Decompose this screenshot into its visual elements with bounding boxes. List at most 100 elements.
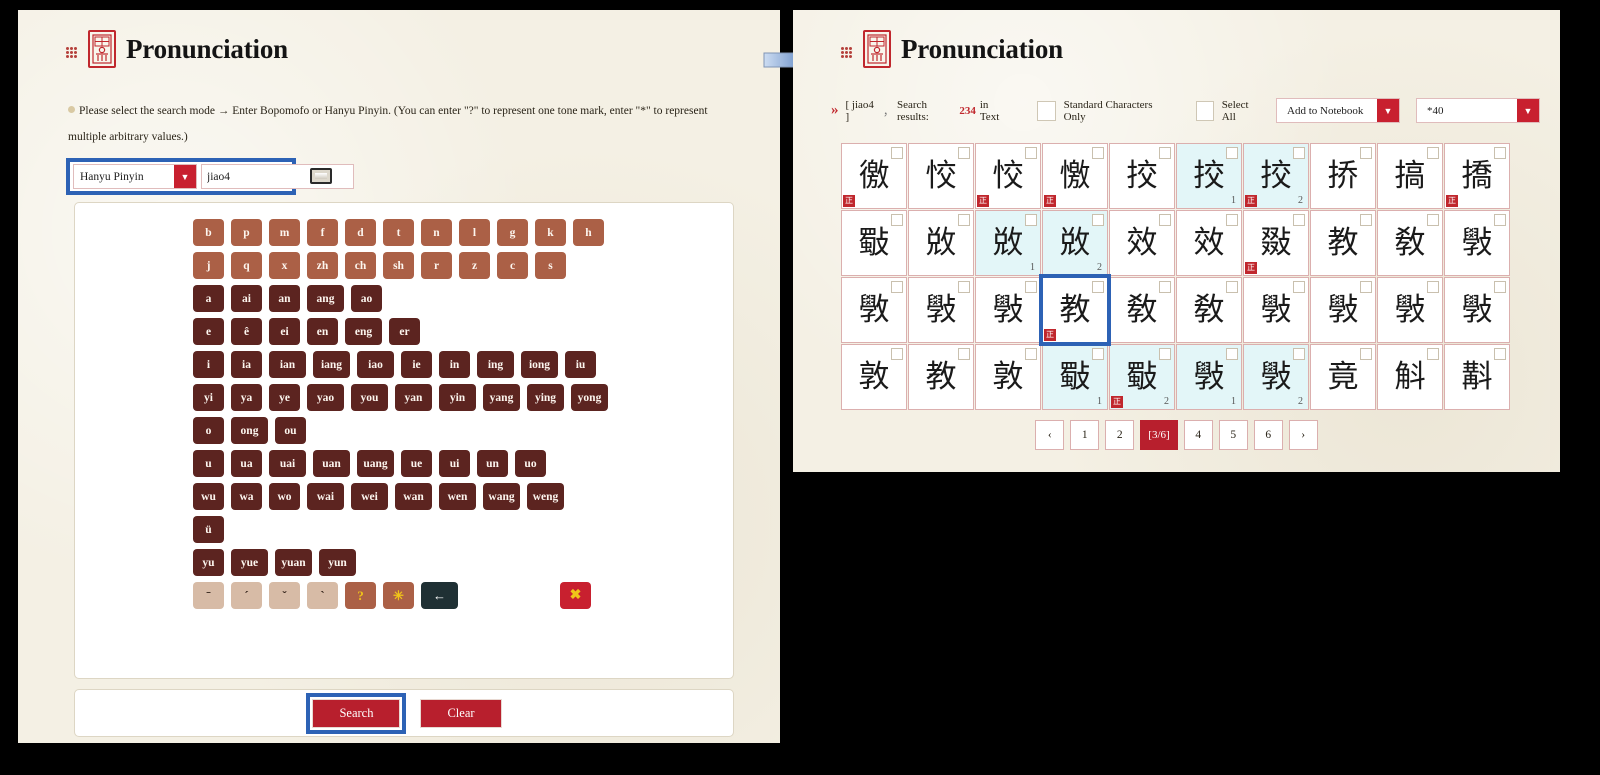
key-yue[interactable]: yue — [231, 549, 268, 576]
character-cell[interactable]: 斅 — [908, 277, 974, 343]
key-ai[interactable]: ai — [231, 285, 262, 312]
character-cell[interactable]: 斛 — [1377, 344, 1443, 410]
key-eng[interactable]: eng — [345, 318, 382, 345]
key-uai[interactable]: uai — [269, 450, 306, 477]
character-select-checkbox[interactable] — [1494, 214, 1506, 226]
character-select-checkbox[interactable] — [1025, 147, 1037, 159]
character-cell[interactable]: 斅 — [1243, 277, 1309, 343]
key-iong[interactable]: iong — [521, 351, 558, 378]
character-select-checkbox[interactable] — [1494, 147, 1506, 159]
key-ê[interactable]: ê — [231, 318, 262, 345]
tone-caron-key[interactable]: ˇ — [269, 582, 300, 609]
key-a[interactable]: a — [193, 285, 224, 312]
pagination-page-6[interactable]: 6 — [1253, 420, 1283, 450]
pagination-page-1[interactable]: 1 — [1070, 420, 1100, 450]
character-select-checkbox[interactable] — [1159, 348, 1171, 360]
key-m[interactable]: m — [269, 219, 300, 246]
key-ye[interactable]: ye — [269, 384, 300, 411]
pagination-page-5[interactable]: 5 — [1218, 420, 1248, 450]
pagination-page-36[interactable]: [3/6] — [1140, 420, 1178, 450]
character-select-checkbox[interactable] — [1025, 348, 1037, 360]
character-cell[interactable]: 敦 — [841, 344, 907, 410]
character-select-checkbox[interactable] — [891, 281, 903, 293]
search-mode-select[interactable]: Hanyu Pinyin ▼ — [73, 164, 197, 189]
key-ei[interactable]: ei — [269, 318, 300, 345]
key-in[interactable]: in — [439, 351, 470, 378]
key-ui[interactable]: ui — [439, 450, 470, 477]
key-s[interactable]: s — [535, 252, 566, 279]
character-cell[interactable]: 撟正 — [1444, 143, 1510, 209]
character-cell[interactable]: 敎 — [1176, 277, 1242, 343]
key-sh[interactable]: sh — [383, 252, 414, 279]
character-select-checkbox[interactable] — [1226, 147, 1238, 159]
character-select-checkbox[interactable] — [1427, 281, 1439, 293]
character-cell[interactable]: 竟 — [1310, 344, 1376, 410]
key-yu[interactable]: yu — [193, 549, 224, 576]
character-cell[interactable]: 斅 — [1444, 210, 1510, 276]
key-uan[interactable]: uan — [313, 450, 350, 477]
pagination-next[interactable]: › — [1288, 420, 1318, 450]
select-all-checkbox[interactable] — [1195, 100, 1214, 121]
character-select-checkbox[interactable] — [1427, 214, 1439, 226]
key-ying[interactable]: ying — [527, 384, 564, 411]
character-select-checkbox[interactable] — [1293, 147, 1305, 159]
chevron-down-icon[interactable]: ▼ — [174, 165, 196, 188]
character-cell[interactable]: 敦 — [975, 344, 1041, 410]
character-cell[interactable]: 斠 — [1444, 344, 1510, 410]
key-t[interactable]: t — [383, 219, 414, 246]
add-to-notebook-dropdown[interactable]: Add to Notebook ▼ — [1276, 98, 1400, 123]
key-b[interactable]: b — [193, 219, 224, 246]
standard-characters-only-checkbox[interactable] — [1037, 100, 1056, 121]
clear-all-key[interactable]: ✖ — [560, 582, 591, 609]
key-ya[interactable]: ya — [231, 384, 262, 411]
key-z[interactable]: z — [459, 252, 490, 279]
character-cell[interactable]: 斀正 2 — [1109, 344, 1175, 410]
key-you[interactable]: you — [351, 384, 388, 411]
key-j[interactable]: j — [193, 252, 224, 279]
character-cell[interactable]: 斅 — [1310, 277, 1376, 343]
key-ia[interactable]: ia — [231, 351, 262, 378]
character-select-checkbox[interactable] — [1226, 281, 1238, 293]
character-cell[interactable]: 斅 — [1377, 277, 1443, 343]
character-select-checkbox[interactable] — [1159, 281, 1171, 293]
pagination-page-4[interactable]: 4 — [1183, 420, 1213, 450]
character-cell[interactable]: 敚 — [908, 210, 974, 276]
character-cell[interactable]: 效 — [1176, 210, 1242, 276]
character-cell[interactable]: 敚1 — [975, 210, 1041, 276]
search-button[interactable]: Search — [312, 698, 401, 728]
character-cell[interactable]: 敚2 — [1042, 210, 1108, 276]
character-select-checkbox[interactable] — [1092, 147, 1104, 159]
key-n[interactable]: n — [421, 219, 452, 246]
character-select-checkbox[interactable] — [1360, 214, 1372, 226]
character-cell[interactable]: 敠正 — [1243, 210, 1309, 276]
character-cell[interactable]: 斅2 — [1243, 344, 1309, 410]
character-cell[interactable]: 挍正 2 — [1243, 143, 1309, 209]
key-yin[interactable]: yin — [439, 384, 476, 411]
key-wan[interactable]: wan — [395, 483, 432, 510]
character-cell[interactable]: 斅 — [1444, 277, 1510, 343]
character-select-checkbox[interactable] — [1293, 214, 1305, 226]
pagination-page-2[interactable]: 2 — [1105, 420, 1135, 450]
character-select-checkbox[interactable] — [891, 348, 903, 360]
key-er[interactable]: er — [389, 318, 420, 345]
key-yang[interactable]: yang — [483, 384, 520, 411]
character-cell[interactable]: 教 — [1310, 210, 1376, 276]
backspace-key[interactable]: ← — [421, 582, 458, 609]
character-cell[interactable]: 斀1 — [1042, 344, 1108, 410]
key-ch[interactable]: ch — [345, 252, 376, 279]
key-ang[interactable]: ang — [307, 285, 344, 312]
key-c[interactable]: c — [497, 252, 528, 279]
key-un[interactable]: un — [477, 450, 508, 477]
wildcard-multi-key[interactable]: ✳ — [383, 582, 414, 609]
character-select-checkbox[interactable] — [891, 214, 903, 226]
character-cell[interactable]: 敎 — [1109, 277, 1175, 343]
character-select-checkbox[interactable] — [891, 147, 903, 159]
character-cell[interactable]: 徼正 — [841, 143, 907, 209]
character-cell[interactable]: 搞 — [1377, 143, 1443, 209]
character-select-checkbox[interactable] — [1427, 348, 1439, 360]
key-uo[interactable]: uo — [515, 450, 546, 477]
character-select-checkbox[interactable] — [1159, 214, 1171, 226]
character-select-checkbox[interactable] — [1092, 348, 1104, 360]
key-yun[interactable]: yun — [319, 549, 356, 576]
pagination-prev[interactable]: ‹ — [1035, 420, 1065, 450]
